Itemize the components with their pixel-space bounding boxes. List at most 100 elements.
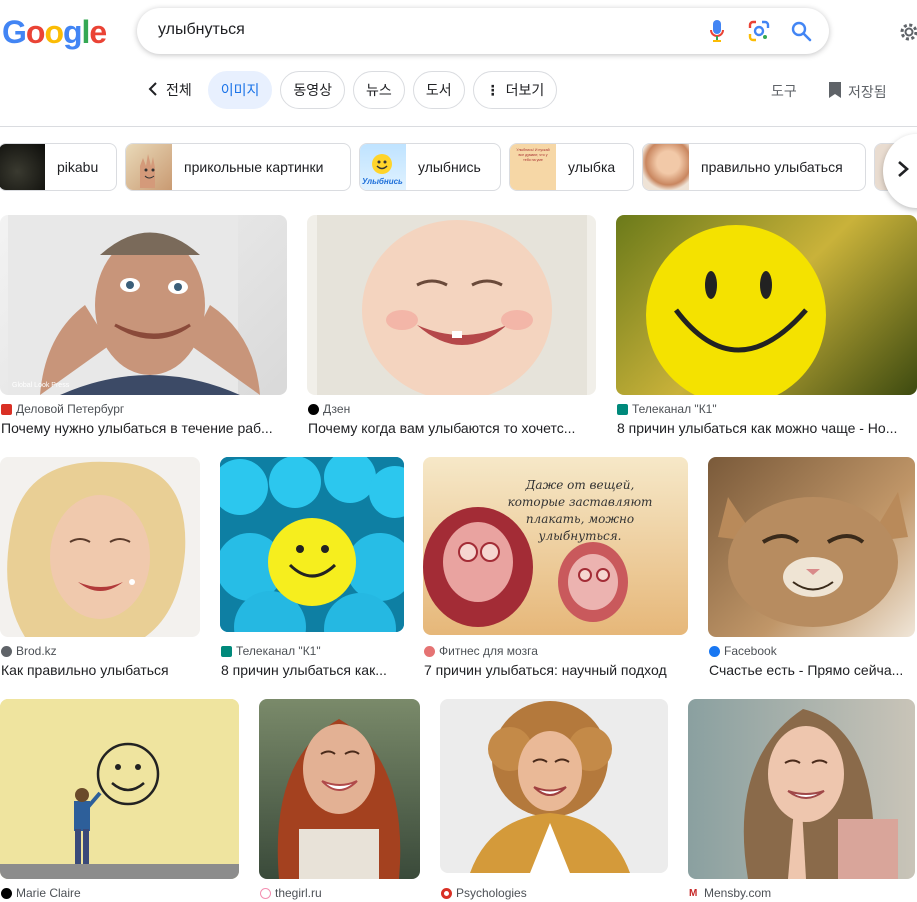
result-title[interactable]: 8 причин улыбаться как можно чаще - Но..… (617, 420, 914, 436)
result-image[interactable] (220, 457, 404, 632)
bookmark-icon (828, 81, 842, 102)
result-title[interactable]: 7 причин улыбаться: научный подход (424, 662, 685, 678)
result-image[interactable] (616, 215, 917, 395)
source-favicon (1, 645, 12, 657)
search-input[interactable]: улыбнуться (158, 21, 245, 39)
related-chip-label: прикольные картинки (184, 159, 324, 175)
result-image[interactable] (307, 215, 596, 395)
result-image[interactable] (259, 699, 420, 879)
tab-videos[interactable]: 동영상 (280, 71, 346, 109)
result-title[interactable]: Почему когда вам улыбаются то хочетс... (308, 420, 593, 436)
result-source[interactable]: M Mensby.com (689, 886, 771, 900)
result-source[interactable]: Brod.kz (1, 644, 57, 658)
result-source-label: Psychologies (456, 886, 527, 900)
result-source[interactable]: Marie Claire (1, 886, 81, 900)
related-thumb (126, 144, 172, 190)
result-source[interactable]: Psychologies (441, 886, 527, 900)
related-chip-label: улыбнись (418, 159, 481, 175)
tab-more-label: 더보기 (505, 82, 545, 98)
image-result[interactable]: Даже от вещей, которые заставляют плакат… (423, 457, 688, 682)
logo-letter: e (89, 14, 107, 50)
related-chip-pikabu[interactable]: pikabu (0, 143, 117, 191)
search-icon[interactable] (789, 19, 813, 43)
result-source[interactable]: Facebook (709, 644, 777, 658)
tab-images[interactable]: 이미지 (207, 71, 273, 109)
result-source-label: Marie Claire (16, 886, 81, 900)
chevron-right-icon (897, 160, 909, 183)
related-chip-label: правильно улыбаться (701, 159, 843, 175)
result-source[interactable]: Телеканал "К1" (617, 402, 717, 416)
image-result[interactable]: M Mensby.com (688, 699, 917, 902)
related-searches: pikabu прикольные картинки Улыбнись улыб… (0, 143, 917, 191)
tab-books[interactable]: 도서 (412, 71, 465, 109)
source-favicon (709, 645, 720, 657)
result-title[interactable]: Почему нужно улыбаться в течение раб... (1, 420, 284, 436)
result-source-label: thegirl.ru (275, 886, 322, 900)
result-image[interactable] (0, 457, 200, 637)
related-chip-smile-imperative[interactable]: Улыбнись улыбнись (359, 143, 501, 191)
search-tabs: 전체 이미지 동영상 뉴스 도서 ⋮ 더보기 (144, 70, 558, 110)
search-box[interactable]: улыбнуться (137, 8, 829, 54)
source-favicon (617, 403, 628, 415)
result-image[interactable] (708, 457, 915, 637)
image-result[interactable]: Телеканал "К1" 8 причин улыбаться как мо… (616, 215, 917, 440)
image-result[interactable]: Brod.kz Как правильно улыбаться (0, 457, 200, 682)
tools-button[interactable]: 도구 (771, 81, 797, 101)
result-title[interactable]: Как правильно улыбаться (1, 662, 199, 678)
header-divider (0, 126, 917, 127)
saved-button[interactable]: 저장됨 (828, 81, 887, 102)
tab-all-label: 전체 (166, 82, 192, 98)
related-chip-smile-correctly[interactable]: правильно улыбаться (642, 143, 866, 191)
image-result[interactable]: Дзен Почему когда вам улыбаются то хочет… (307, 215, 596, 440)
image-result[interactable]: Global Look Press Деловой Петербург Поче… (0, 215, 287, 440)
settings-gear-icon[interactable] (897, 20, 917, 44)
result-image[interactable]: Global Look Press (0, 215, 287, 395)
tab-more[interactable]: ⋮ 더보기 (472, 71, 558, 109)
source-favicon (1, 403, 12, 415)
image-result[interactable]: Marie Claire (0, 699, 239, 902)
image-result[interactable]: Psychologies (440, 699, 668, 902)
result-source[interactable]: Телеканал "К1" (221, 644, 321, 658)
result-source-label: Телеканал "К1" (236, 644, 321, 658)
result-source-label: Mensby.com (704, 886, 772, 900)
result-image[interactable] (440, 699, 668, 873)
result-image[interactable] (0, 699, 239, 879)
result-title[interactable]: Счастье есть - Прямо сейча... (709, 662, 912, 678)
related-chip-smile[interactable]: Улыбнись! И пускай все думают, что у теб… (509, 143, 634, 191)
result-source-label: Фитнес для мозга (439, 644, 538, 658)
result-source[interactable]: Деловой Петербург (1, 402, 124, 416)
result-source[interactable]: thegirl.ru (260, 886, 322, 900)
image-watermark: Global Look Press (12, 382, 70, 389)
related-chip-label: улыбка (568, 159, 616, 175)
result-source[interactable]: Фитнес для мозга (424, 644, 538, 658)
saved-label: 저장됨 (848, 83, 887, 100)
source-favicon (424, 645, 435, 657)
source-favicon (260, 887, 271, 899)
result-title[interactable]: 8 причин улыбаться как... (221, 662, 401, 678)
microphone-icon[interactable] (705, 19, 729, 43)
related-thumb (643, 144, 689, 190)
image-caption: Даже от вещей, которые заставляют плакат… (507, 478, 653, 543)
logo-letter: l (81, 14, 91, 50)
image-result[interactable]: Facebook Счастье есть - Прямо сейча... (708, 457, 917, 682)
google-logo[interactable]: Google (2, 14, 107, 51)
result-source[interactable]: Дзен (308, 402, 350, 416)
related-thumb (0, 144, 45, 190)
lens-camera-icon[interactable] (747, 19, 771, 43)
tab-news[interactable]: 뉴스 (353, 71, 405, 109)
result-source-label: Телеканал "К1" (632, 402, 717, 416)
result-image[interactable] (688, 699, 915, 879)
result-image[interactable]: Даже от вещей, которые заставляют плакат… (423, 457, 688, 635)
related-chip-funny-pictures[interactable]: прикольные картинки (125, 143, 351, 191)
logo-letter: o (25, 14, 46, 50)
logo-letter: g (62, 14, 83, 50)
source-favicon: M (689, 887, 700, 899)
related-chip-label: pikabu (57, 159, 99, 175)
logo-letter: G (2, 14, 27, 50)
related-thumb-caption: Улыбнись (362, 177, 403, 186)
related-thumb: Улыбнись (360, 144, 406, 190)
image-result[interactable]: thegirl.ru (259, 699, 420, 902)
tab-all[interactable]: 전체 (144, 71, 200, 109)
related-thumb: Улыбнись! И пускай все думают, что у теб… (510, 144, 556, 190)
image-result[interactable]: Телеканал "К1" 8 причин улыбаться как... (220, 457, 404, 682)
